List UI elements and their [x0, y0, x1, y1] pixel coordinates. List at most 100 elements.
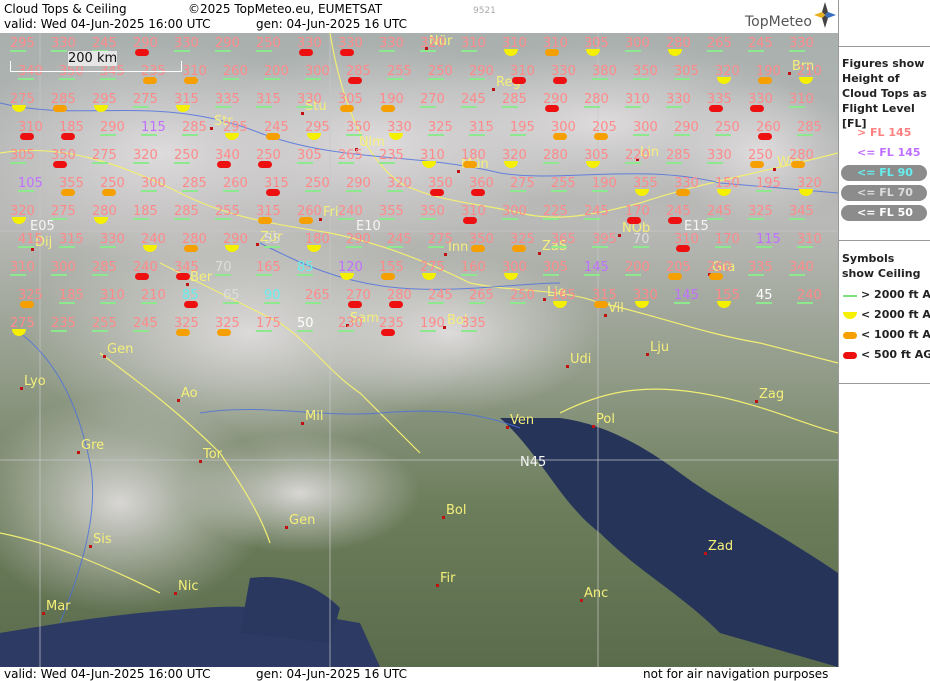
city-dot: [436, 584, 439, 587]
cloud-top-value: 255: [215, 204, 240, 219]
city-label[interactable]: Anc: [584, 586, 608, 601]
cloud-top-value: 350: [346, 120, 371, 135]
ceiling-high-marker: [338, 218, 354, 220]
city-label[interactable]: Zag: [759, 387, 784, 402]
yellow-semicircle-icon: [843, 312, 857, 319]
cloud-top-value: 415: [18, 232, 43, 247]
image-code: 9521: [473, 6, 496, 16]
ceiling-1000-marker: [176, 329, 190, 336]
city-label[interactable]: Vil: [608, 301, 624, 316]
city-label[interactable]: Fri: [323, 205, 339, 220]
ceiling-high-marker: [346, 246, 362, 248]
cloud-top-value: 190: [592, 176, 617, 191]
ceiling-high-marker: [51, 274, 67, 276]
ceiling-high-marker: [92, 330, 108, 332]
city-label[interactable]: Pol: [596, 412, 615, 427]
city-label[interactable]: Lju: [650, 340, 669, 355]
ceiling-500-marker: [348, 77, 362, 84]
ceiling-1000-marker: [668, 273, 682, 280]
cloud-top-value: 250: [174, 148, 199, 163]
city-dot: [77, 451, 80, 454]
ceiling-high-marker: [100, 134, 116, 136]
cloud-top-value: 250: [256, 36, 281, 51]
cloud-top-value: 245: [748, 36, 773, 51]
ceiling-high-marker: [256, 274, 272, 276]
cloud-top-value: 295: [92, 92, 117, 107]
city-label[interactable]: Sis: [93, 532, 112, 547]
ceiling-high-marker: [141, 134, 157, 136]
cloud-top-value: 265: [338, 148, 363, 163]
cloud-top-value: 70: [633, 232, 650, 247]
ceiling-high-marker: [551, 190, 567, 192]
footer-bar: valid: Wed 04-Jun-2025 16:00 UTC gen: 04…: [0, 667, 930, 681]
city-label[interactable]: Gre: [81, 438, 104, 453]
ceiling-1000-marker: [676, 189, 690, 196]
city-label[interactable]: Bol: [446, 503, 466, 518]
ceiling-high-marker: [797, 134, 813, 136]
cloud-top-value: 260: [223, 176, 248, 191]
cloud-top-value: 325: [510, 232, 535, 247]
cloud-top-value: 325: [428, 120, 453, 135]
ceiling-high-marker: [297, 106, 313, 108]
cloud-top-value: 330: [379, 36, 404, 51]
city-label[interactable]: Ao: [181, 386, 198, 401]
ceiling-high-marker: [543, 218, 559, 220]
city-label[interactable]: Nic: [178, 579, 198, 594]
cloud-top-value: 350: [51, 148, 76, 163]
cloud-top-value: 330: [789, 36, 814, 51]
city-label[interactable]: Mar: [46, 599, 71, 614]
city-label[interactable]: Gen: [289, 513, 315, 528]
cloud-top-value: 330: [51, 36, 76, 51]
ceiling-1000-marker: [184, 245, 198, 252]
cloud-top-value: 310: [510, 64, 535, 79]
city-label[interactable]: Mil: [305, 409, 323, 424]
cloud-top-value: 275: [51, 204, 76, 219]
city-dot: [618, 234, 621, 237]
ceiling-high-marker: [182, 134, 198, 136]
city-dot: [210, 127, 213, 130]
cloud-top-value: 185: [133, 204, 158, 219]
cloud-top-value: 115: [141, 120, 166, 135]
ceiling-high-marker: [51, 330, 67, 332]
city-dot: [174, 592, 177, 595]
ceiling-high-marker: [461, 106, 477, 108]
ceiling-high-marker: [18, 246, 34, 248]
city-label[interactable]: Tor: [202, 447, 223, 462]
cloud-top-value: 280: [387, 288, 412, 303]
ceiling-500-marker: [135, 49, 149, 56]
adriatic-sea: [500, 418, 838, 667]
city-label[interactable]: Gen: [107, 342, 133, 357]
legend-panel: Figures show Height of Cloud Tops as Fli…: [838, 0, 930, 667]
cloud-top-value: 120: [338, 260, 363, 275]
ceiling-high-marker: [59, 78, 75, 80]
cloud-top-value: 155: [379, 260, 404, 275]
city-label[interactable]: Fir: [440, 571, 456, 586]
cloud-top-value: 330: [674, 176, 699, 191]
ceiling-500-marker: [258, 161, 272, 168]
city-label[interactable]: Ven: [510, 413, 534, 428]
ceiling-high-marker: [756, 302, 772, 304]
cloud-top-value: 320: [797, 176, 822, 191]
city-label[interactable]: Udi: [570, 352, 591, 367]
ceiling-1000-marker: [553, 133, 567, 140]
ceiling-1000-marker: [340, 105, 354, 112]
cloud-top-value: 210: [141, 288, 166, 303]
city-label[interactable]: Lyo: [24, 374, 46, 389]
satellite-map[interactable]: E05E10E15N45NürRegBrnStuStrUlmMünLinWieF…: [0, 33, 838, 667]
cloud-top-value: 395: [592, 232, 617, 247]
ceiling-high-marker: [305, 190, 321, 192]
city-dot: [543, 298, 546, 301]
ceiling-high-marker: [428, 302, 444, 304]
ceiling-1000-marker: [463, 161, 477, 168]
ceiling-1000-marker: [545, 49, 559, 56]
ceiling-high-marker: [387, 190, 403, 192]
city-dot: [199, 460, 202, 463]
city-label[interactable]: Zad: [708, 539, 733, 554]
ceiling-500-marker: [545, 105, 559, 112]
cloud-top-value: 260: [756, 120, 781, 135]
city-dot: [580, 599, 583, 602]
cloud-top-value: 330: [100, 232, 125, 247]
cloud-top-value: 85: [182, 288, 199, 303]
cloud-top-value: 245: [133, 316, 158, 331]
symbol-legend-item: < 1000 ft AGL: [861, 328, 930, 341]
